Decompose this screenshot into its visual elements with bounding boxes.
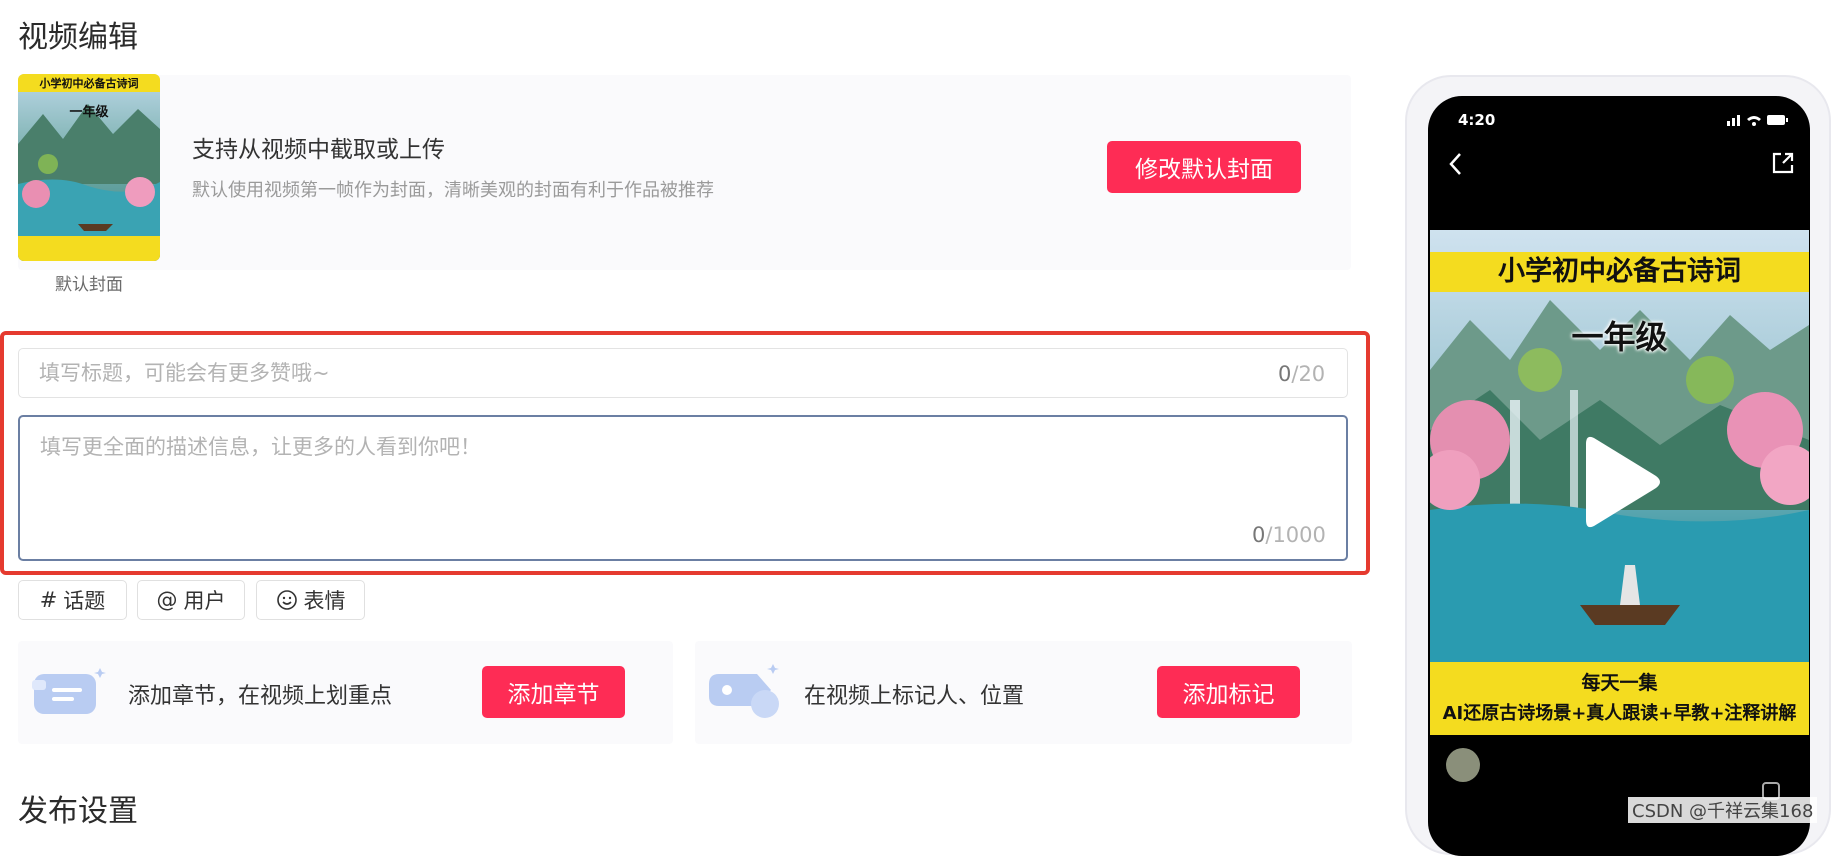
share-icon[interactable] <box>1770 150 1796 176</box>
title-count-value: 0 <box>1278 362 1292 386</box>
watermark: CSDN @千祥云集168 <box>1628 797 1818 823</box>
cover-caption: 默认封面 <box>55 275 123 295</box>
video-edit-title: 视频编辑 <box>18 20 138 55</box>
topic-button[interactable]: # 话题 <box>18 580 127 620</box>
title-input[interactable] <box>18 348 1348 398</box>
publish-settings-title: 发布设置 <box>18 794 138 829</box>
topic-label: 话题 <box>63 589 106 613</box>
title-char-count: 0/20 <box>1278 362 1325 386</box>
add-chapter-button[interactable]: 添加章节 <box>482 666 625 718</box>
play-icon[interactable] <box>1582 432 1662 532</box>
description-char-count: 0/1000 <box>1252 523 1326 547</box>
description-input[interactable] <box>18 415 1348 561</box>
video-bottom-line1: 每天一集 <box>1581 672 1658 694</box>
status-time: 4:20 <box>1458 111 1496 129</box>
chapter-text: 添加章节，在视频上划重点 <box>128 684 393 709</box>
video-grade-text: 一年级 <box>1571 318 1668 356</box>
video-bottom-line2: AI还原古诗场景+真人跟读+早教+注释讲解 <box>1442 703 1797 724</box>
svg-text:小学初中必备古诗词: 小学初中必备古诗词 <box>39 76 139 90</box>
desc-count-limit: /1000 <box>1265 523 1326 547</box>
cover-description-hint: 默认使用视频第一帧作为封面，清晰美观的封面有利于作品被推荐 <box>192 180 714 201</box>
desc-count-value: 0 <box>1252 523 1266 547</box>
change-cover-button[interactable]: 修改默认封面 <box>1107 141 1301 193</box>
chapter-icon <box>32 668 106 714</box>
emoji-label: 表情 <box>303 589 346 613</box>
status-icons <box>1727 115 1788 126</box>
video-bottom-banner: 每天一集 AI还原古诗场景+真人跟读+早教+注释讲解 <box>1430 662 1809 735</box>
tag-location-icon <box>709 664 779 718</box>
cover-image: 小学初中必备古诗词 一年级 <box>18 74 160 261</box>
back-icon[interactable] <box>1446 150 1466 178</box>
add-mark-button[interactable]: 添加标记 <box>1157 666 1300 718</box>
cover-thumbnail[interactable]: 小学初中必备古诗词 一年级 <box>18 74 160 261</box>
title-count-limit: /20 <box>1291 362 1326 386</box>
video-title-banner: 小学初中必备古诗词 <box>1430 252 1809 292</box>
at-icon: @ <box>156 588 178 612</box>
svg-text:一年级: 一年级 <box>69 104 109 120</box>
smile-icon <box>276 590 297 610</box>
user-label: 用户 <box>183 589 226 613</box>
mark-text: 在视频上标记人、位置 <box>804 684 1025 709</box>
hash-icon: # <box>39 588 58 612</box>
emoji-button[interactable]: 表情 <box>256 580 365 620</box>
mention-user-button[interactable]: @ 用户 <box>137 580 245 620</box>
avatar[interactable] <box>1446 748 1480 782</box>
cover-description-title: 支持从视频中截取或上传 <box>192 137 445 163</box>
